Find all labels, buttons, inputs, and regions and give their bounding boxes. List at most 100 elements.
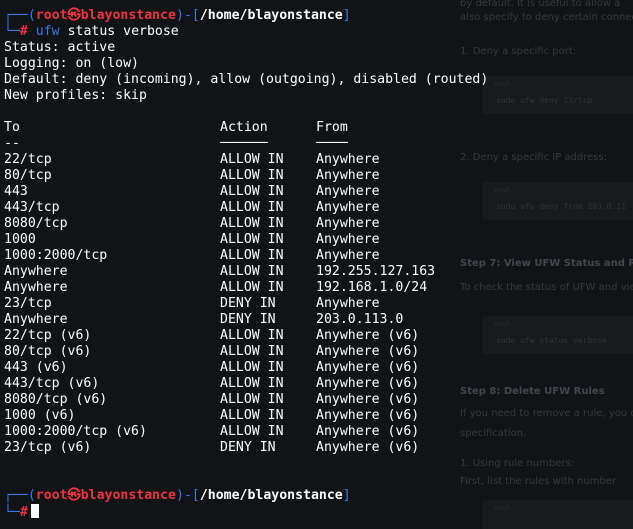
rule-to: 1000 xyxy=(4,232,36,247)
command-args: status verbose xyxy=(67,24,179,39)
rule-from: Anywhere xyxy=(316,200,380,215)
rule-from: Anywhere xyxy=(316,152,380,167)
rule-action: ALLOW IN xyxy=(220,216,284,231)
rule-to: 443/tcp xyxy=(4,200,60,215)
rule-from: Anywhere xyxy=(316,216,380,231)
table-row: 443 (v6) ALLOW IN Anywhere (v6) xyxy=(4,360,633,376)
status-line: Status: active xyxy=(4,40,116,55)
default-policy-line: Default: deny (incoming), allow (outgoin… xyxy=(4,72,489,87)
rule-to: 1000:2000/tcp xyxy=(4,248,108,263)
table-row: 8080/tcp (v6) ALLOW IN Anywhere (v6) xyxy=(4,392,633,408)
table-row: 80/tcp ALLOW IN Anywhere xyxy=(4,168,633,184)
rule-from: Anywhere (v6) xyxy=(316,424,420,439)
table-row: 1000 ALLOW IN Anywhere xyxy=(4,232,633,248)
header-action: Action xyxy=(220,120,268,135)
prompt-host: blayonstance xyxy=(80,488,176,503)
rule-from: 192.255.127.163 xyxy=(316,264,436,279)
rule-to: 443/tcp (v6) xyxy=(4,376,100,391)
rule-to: Anywhere xyxy=(4,312,68,327)
rule-action: ALLOW IN xyxy=(220,360,284,375)
rule-to: 443 (v6) xyxy=(4,360,68,375)
table-row: Anywhere DENY IN 203.0.113.0 xyxy=(4,312,633,328)
prompt-path: /home/blayonstance xyxy=(199,8,343,23)
rule-from: 192.168.1.0/24 xyxy=(316,280,428,295)
rule-to: 1000 (v6) xyxy=(4,408,76,423)
table-header: To Action From xyxy=(4,120,633,136)
rule-action: DENY IN xyxy=(220,312,276,327)
input-line[interactable]: └─# xyxy=(4,504,633,520)
rule-to: 80/tcp xyxy=(4,168,52,183)
rule-from: Anywhere (v6) xyxy=(316,408,420,423)
table-row: 443/tcp ALLOW IN Anywhere xyxy=(4,200,633,216)
terminal-window[interactable]: ┌──(root㉿blayonstance)-[/home/blayonstan… xyxy=(0,0,633,529)
rule-from: Anywhere xyxy=(316,248,380,263)
rule-from: Anywhere (v6) xyxy=(316,328,420,343)
rule-from: Anywhere (v6) xyxy=(316,376,420,391)
rule-action: ALLOW IN xyxy=(220,168,284,183)
rule-to: 80/tcp (v6) xyxy=(4,344,92,359)
prompt-user: root xyxy=(35,8,68,23)
rule-action: ALLOW IN xyxy=(220,344,284,359)
rule-to: Anywhere xyxy=(4,264,68,279)
rules-table: 22/tcp ALLOW IN Anywhere 80/tcp ALLOW IN Anyw… xyxy=(4,152,633,456)
logging-line: Logging: on (low) xyxy=(4,56,139,71)
table-row: 1000:2000/tcp ALLOW IN Anywhere xyxy=(4,248,633,264)
rule-action: ALLOW IN xyxy=(220,184,284,199)
table-row: 8080/tcp ALLOW IN Anywhere xyxy=(4,216,633,232)
prompt-skull-icon: ㉿ xyxy=(67,488,81,503)
rule-action: ALLOW IN xyxy=(220,376,284,391)
rule-to: Anywhere xyxy=(4,280,68,295)
rule-action: ALLOW IN xyxy=(220,280,284,295)
rule-action: ALLOW IN xyxy=(220,264,284,279)
table-row: 22/tcp ALLOW IN Anywhere xyxy=(4,152,633,168)
rule-to: 23/tcp xyxy=(4,296,52,311)
rule-to: 8080/tcp (v6) xyxy=(4,392,108,407)
rule-from: Anywhere xyxy=(316,184,380,199)
rule-from: Anywhere xyxy=(316,168,380,183)
table-row: 443 ALLOW IN Anywhere xyxy=(4,184,633,200)
rule-action: ALLOW IN xyxy=(220,232,284,247)
table-row: 23/tcp DENY IN Anywhere xyxy=(4,296,633,312)
rule-action: ALLOW IN xyxy=(220,328,284,343)
table-row: Anywhere ALLOW IN 192.168.1.0/24 xyxy=(4,280,633,296)
table-row: 1000 (v6) ALLOW IN Anywhere (v6) xyxy=(4,408,633,424)
rule-from: Anywhere (v6) xyxy=(316,392,420,407)
rule-to: 22/tcp xyxy=(4,152,52,167)
rule-to: 23/tcp (v6) xyxy=(4,440,92,455)
prompt-user: root xyxy=(35,488,68,503)
rule-action: ALLOW IN xyxy=(220,408,284,423)
rule-from: Anywhere (v6) xyxy=(316,360,420,375)
command-program: ufw xyxy=(35,24,60,39)
command-line: └─# ufw status verbose xyxy=(4,24,179,39)
table-row: 443/tcp (v6) ALLOW IN Anywhere (v6) xyxy=(4,376,633,392)
rule-action: ALLOW IN xyxy=(220,200,284,215)
header-from: From xyxy=(316,120,348,135)
table-row: 80/tcp (v6) ALLOW IN Anywhere (v6) xyxy=(4,344,633,360)
table-separator: -- ────── ──── xyxy=(4,136,348,151)
prompt-path: /home/blayonstance xyxy=(199,488,343,503)
rule-from: 203.0.113.0 xyxy=(316,312,404,327)
rule-from: Anywhere xyxy=(316,232,380,247)
header-to: To xyxy=(4,120,20,135)
rule-from: Anywhere (v6) xyxy=(316,440,420,455)
rule-action: ALLOW IN xyxy=(220,152,284,167)
table-row: Anywhere ALLOW IN 192.255.127.163 xyxy=(4,264,633,280)
table-row: 22/tcp (v6) ALLOW IN Anywhere (v6) xyxy=(4,328,633,344)
rule-to: 443 xyxy=(4,184,28,199)
table-row: 1000:2000/tcp (v6) ALLOW IN Anywhere (v6) xyxy=(4,424,633,440)
rule-action: ALLOW IN xyxy=(220,248,284,263)
table-row: 23/tcp (v6) DENY IN Anywhere (v6) xyxy=(4,440,633,456)
rule-to: 22/tcp (v6) xyxy=(4,328,92,343)
rule-from: Anywhere (v6) xyxy=(316,344,420,359)
prompt-line-top: ┌──(root㉿blayonstance)-[/home/blayonstan… xyxy=(4,8,351,23)
new-profiles-line: New profiles: skip xyxy=(4,88,147,103)
prompt-host: blayonstance xyxy=(80,8,176,23)
rule-action: DENY IN xyxy=(220,296,276,311)
text-cursor[interactable] xyxy=(30,504,39,518)
prompt-line-top: ┌──(root㉿blayonstance)-[/home/blayonstan… xyxy=(4,488,351,503)
rule-to: 8080/tcp xyxy=(4,216,68,231)
rule-to: 1000:2000/tcp (v6) xyxy=(4,424,147,439)
